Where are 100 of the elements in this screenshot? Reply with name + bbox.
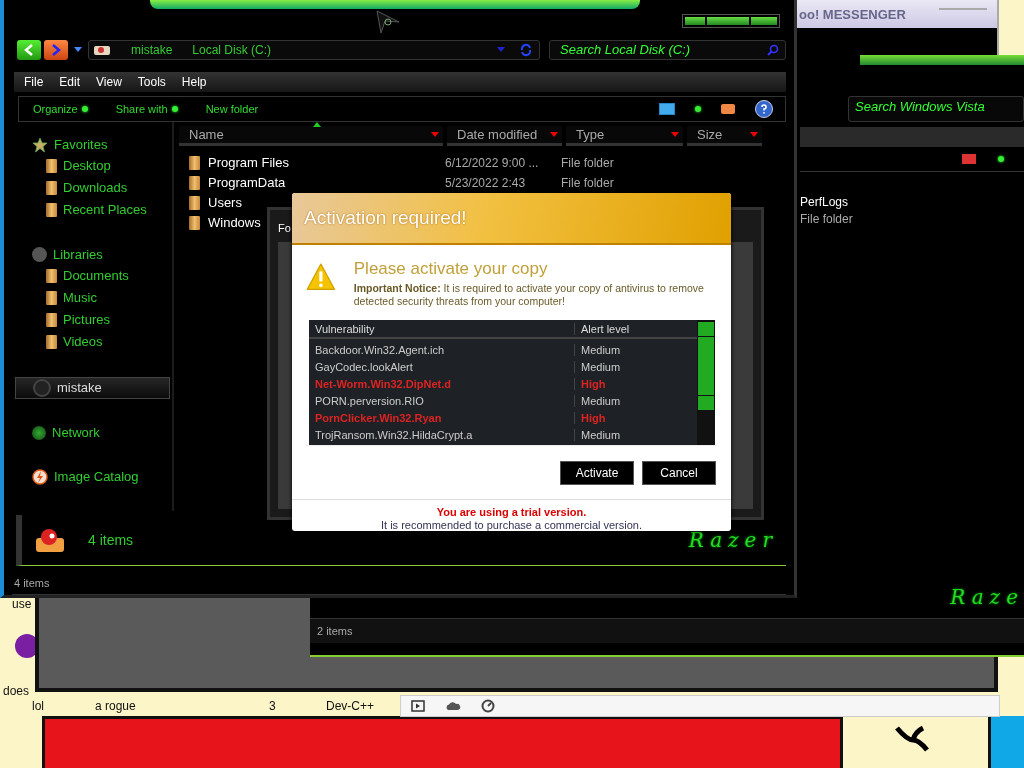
sidebar-item[interactable]: Music (4, 286, 172, 309)
view-icon[interactable] (659, 102, 675, 115)
refresh-icon[interactable] (519, 42, 533, 57)
pane-icon[interactable] (721, 103, 735, 114)
table-cell: PORN.perversion.RIO (309, 395, 575, 407)
dropdown-icon[interactable] (431, 131, 439, 137)
bird-box-icon (34, 526, 66, 555)
column-header[interactable]: Size (687, 125, 762, 146)
desktop-label: Dev-C++ (326, 699, 375, 713)
sidebar-item[interactable]: mistake (15, 376, 170, 399)
help-icon[interactable] (755, 99, 773, 118)
table-cell: Net-Worm.Win32.DipNet.d (309, 378, 575, 390)
table-cell: GayCodec.lookAlert (309, 361, 575, 373)
lightning-icon (32, 468, 48, 485)
sidebar-item[interactable]: Network (4, 422, 172, 443)
status-text: 2 items (317, 625, 353, 637)
computer-icon (33, 378, 51, 397)
menu-item[interactable]: View (96, 74, 122, 89)
window-title: Fo (278, 222, 291, 234)
folder-icon (46, 158, 57, 173)
warning-text: You are using a trial version. (435, 506, 588, 518)
desktop-label: 3 (269, 699, 276, 713)
dropdown-dot-icon[interactable] (998, 156, 1004, 162)
play-icon[interactable] (411, 700, 425, 712)
caret-icon[interactable] (74, 47, 82, 53)
search-icon[interactable] (767, 43, 779, 56)
cancel-button[interactable]: Cancel (642, 460, 716, 485)
folder-icon (189, 155, 200, 170)
table-cell-text: High (580, 378, 606, 390)
forward-button[interactable] (44, 39, 68, 60)
library-icon (32, 247, 47, 263)
file-name[interactable]: Windows (208, 215, 261, 231)
folder-icon (46, 334, 57, 349)
file-name[interactable]: Program Files (208, 155, 289, 171)
column-header[interactable]: Name (179, 125, 443, 146)
sidebar-item[interactable]: Recent Places (4, 198, 172, 221)
menu-item[interactable]: Help (181, 74, 207, 89)
table-cell-text: 5/23/2022 2:43 (445, 175, 527, 190)
desktop-label: a rogue (95, 699, 136, 713)
column-header: Alert level (580, 323, 630, 335)
table-cell-text: High (580, 412, 606, 424)
menu-item[interactable]: Edit (59, 74, 81, 89)
desktop-label: does (3, 684, 30, 698)
note-text: It is recommended to purchase a commercial version. (379, 519, 644, 531)
window-title: oo! MESSENGER (799, 6, 906, 22)
desktop-label: lol (32, 699, 44, 713)
folder-icon (189, 215, 200, 230)
menu-item[interactable]: File (24, 74, 44, 89)
column-header: Vulnerability (309, 323, 575, 335)
column-header[interactable]: Type (566, 125, 683, 146)
table-cell-text: Medium (580, 344, 621, 356)
notice-text: Important Notice: It is required to activate your copy of antivirus to remove detected security threats from your computer! (353, 282, 705, 309)
sidebar-item[interactable]: Pictures (4, 308, 172, 331)
command-button[interactable]: Share with (115, 102, 168, 115)
scrollbar[interactable] (697, 320, 715, 445)
logo: Razer (688, 528, 778, 553)
dropdown-icon[interactable] (671, 131, 679, 137)
sidebar-item[interactable]: Desktop (4, 154, 172, 177)
folder-icon (189, 175, 200, 190)
chevron-left-icon (23, 43, 35, 56)
sidebar-item[interactable]: Documents (4, 264, 172, 287)
sidebar-item[interactable]: Videos (4, 330, 172, 353)
file-name[interactable]: PerfLogs (800, 194, 1024, 211)
dropdown-dot-icon[interactable] (81, 105, 88, 112)
dropdown-dot-icon[interactable] (171, 105, 178, 112)
file-name[interactable]: ProgramData (208, 175, 286, 191)
chevron-right-icon (50, 43, 62, 56)
back-button[interactable] (17, 39, 41, 60)
menu-item[interactable]: Tools (137, 74, 166, 89)
pointer-icon (375, 10, 401, 34)
sidebar-item[interactable]: Downloads (4, 176, 172, 199)
sidebar-item[interactable]: Image Catalog (4, 466, 172, 487)
file-name[interactable]: Users (208, 195, 242, 211)
dropdown-icon[interactable] (750, 131, 758, 137)
folder-icon (46, 202, 57, 217)
sidebar-item[interactable]: Libraries (4, 244, 172, 265)
search-field[interactable]: Search Local Disk (C:) (549, 39, 786, 60)
sort-arrow-icon[interactable] (313, 121, 321, 127)
command-button[interactable]: New folder (205, 102, 259, 115)
search-field[interactable]: Search Windows Vista (848, 96, 1024, 122)
cloud-icon[interactable] (445, 701, 461, 711)
table-cell-text: 6/12/2022 9:00 ... (445, 155, 540, 170)
sidebar-item[interactable]: Favorites (4, 134, 172, 155)
table-cell: File folder (561, 155, 614, 170)
column-header[interactable]: Date modified (447, 125, 562, 146)
dropdown-icon[interactable] (550, 131, 558, 137)
gauge-icon[interactable] (481, 699, 495, 713)
address-bar[interactable]: mistake Local Disk (C:) (88, 39, 540, 60)
wallpaper-panel (988, 716, 1024, 768)
star-icon (32, 136, 48, 153)
dropdown-dot-icon[interactable] (695, 105, 701, 112)
table-cell: TrojRansom.Win32.HildaCrypt.a (309, 429, 575, 441)
dialog-title: Activation required! (304, 207, 467, 230)
table-cell: Backdoor.Win32.Agent.ich (309, 344, 575, 356)
command-button[interactable]: Organize (33, 102, 78, 115)
network-icon (32, 425, 46, 440)
item-count: 4 items (88, 532, 134, 549)
folder-icon (46, 180, 57, 195)
activate-button[interactable]: Activate (560, 460, 634, 485)
desktop-label: use (12, 597, 32, 611)
